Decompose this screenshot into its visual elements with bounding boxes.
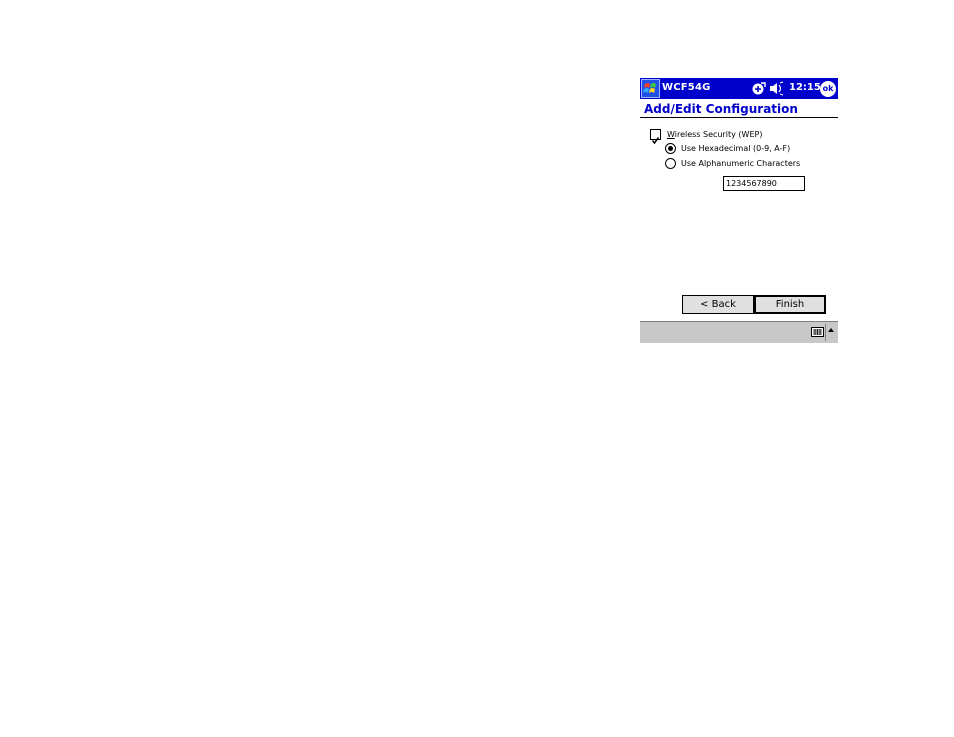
finish-button[interactable]: Finish	[754, 295, 826, 314]
start-menu-button[interactable]	[641, 79, 660, 98]
page-title: Add/Edit Configuration	[644, 102, 798, 116]
checkmark-icon	[651, 137, 660, 145]
hex-radio-label[interactable]: Use Hexadecimal (0-9, A-F)	[681, 144, 790, 153]
ok-button[interactable]: ok	[820, 81, 836, 97]
pocket-pc-screen: WCF54G 12:15 ok Add/Edit Configuration W…	[640, 78, 838, 343]
back-button[interactable]: < Back	[682, 295, 754, 314]
alphanumeric-radio-label[interactable]: Use Alphanumeric Characters	[681, 159, 800, 168]
clock[interactable]: 12:15	[789, 82, 821, 93]
connectivity-icon[interactable]	[751, 81, 766, 96]
speaker-icon[interactable]	[769, 81, 784, 96]
app-title: WCF54G	[662, 82, 711, 93]
up-arrow-icon[interactable]	[826, 325, 836, 335]
alphanumeric-radio-button[interactable]	[665, 158, 676, 169]
wep-checkbox[interactable]	[650, 129, 661, 145]
hex-radio-button[interactable]	[665, 143, 676, 154]
wep-key-input[interactable]	[723, 176, 805, 191]
heading-divider	[640, 117, 838, 118]
wep-checkbox-label[interactable]: Wireless Security (WEP)	[667, 130, 762, 139]
windows-flag-icon	[643, 83, 656, 93]
title-bar: WCF54G 12:15 ok	[640, 78, 838, 99]
command-bar	[640, 321, 838, 343]
keyboard-icon[interactable]	[811, 326, 824, 338]
